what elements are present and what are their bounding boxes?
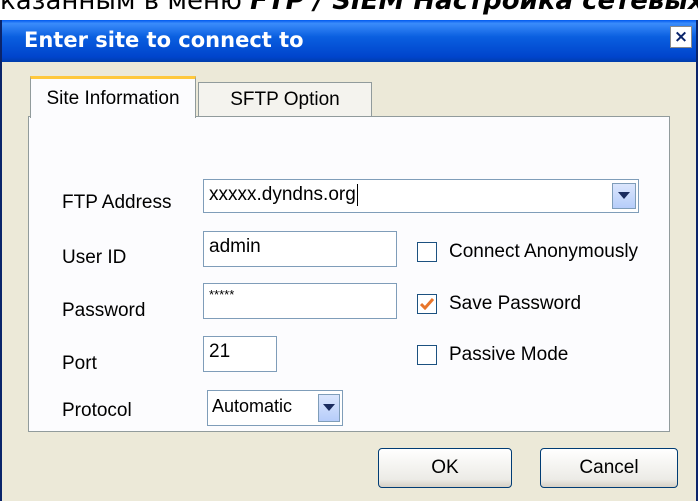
protocol-label: Protocol <box>62 400 132 421</box>
protocol-dropdown-button[interactable] <box>318 394 340 422</box>
tab-site-information[interactable]: Site Information <box>30 76 196 118</box>
protocol-value: Automatic <box>212 396 293 416</box>
ftp-address-label: FTP Address <box>62 192 172 213</box>
connect-anonymously-checkbox[interactable] <box>417 242 437 262</box>
passive-mode-checkbox[interactable] <box>417 345 437 365</box>
port-value: 21 <box>209 341 231 362</box>
ok-button[interactable]: OK <box>378 448 512 488</box>
user-id-value: admin <box>209 236 261 257</box>
close-button[interactable]: × <box>670 26 692 48</box>
connect-dialog: Enter site to connect to × Site Informat… <box>0 20 698 501</box>
user-id-label: User ID <box>62 247 127 268</box>
save-password-checkbox[interactable] <box>417 294 437 314</box>
close-icon: × <box>673 26 689 47</box>
port-label: Port <box>62 353 97 374</box>
text-cursor <box>356 183 358 206</box>
chevron-down-icon <box>618 192 630 199</box>
passive-mode-label[interactable]: Passive Mode <box>449 344 568 366</box>
title-bar[interactable]: Enter site to connect to × <box>2 20 696 62</box>
dialog-title: Enter site to connect to <box>24 28 304 52</box>
ftp-address-value: xxxxx.dyndns.org <box>209 184 356 205</box>
save-password-label[interactable]: Save Password <box>449 293 581 315</box>
port-input[interactable]: 21 <box>203 336 277 372</box>
password-value: ***** <box>209 287 235 302</box>
ftp-address-combobox[interactable]: xxxxx.dyndns.org <box>203 179 639 213</box>
password-label: Password <box>62 300 146 321</box>
chevron-down-icon <box>323 404 335 411</box>
connect-anonymously-label[interactable]: Connect Anonymously <box>449 241 638 263</box>
tab-sftp-option[interactable]: SFTP Option <box>198 82 372 116</box>
background-document-text: казанным в меню FTP / SIEM Настройка сет… <box>0 0 698 16</box>
ftp-address-dropdown-button[interactable] <box>612 183 636 209</box>
cancel-button[interactable]: Cancel <box>540 448 678 488</box>
password-input[interactable]: ***** <box>203 283 397 319</box>
user-id-input[interactable]: admin <box>203 231 397 267</box>
protocol-select[interactable]: Automatic <box>207 390 343 426</box>
checkmark-icon <box>420 298 434 310</box>
site-information-panel: FTP Address xxxxx.dyndns.org User ID adm… <box>28 116 670 432</box>
